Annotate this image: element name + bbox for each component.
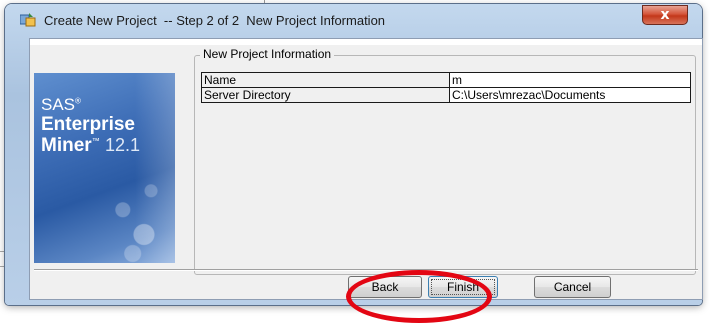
logo-sas-text: SAS — [41, 95, 76, 114]
logo-product-line2: Miner™ 12.1 — [41, 135, 140, 157]
property-value[interactable]: m — [449, 72, 691, 88]
enterprise-miner-splash-image: SAS® Enterprise Miner™ 12.1 — [34, 73, 175, 263]
logo-version: 12.1 — [104, 135, 141, 155]
table-row[interactable]: Name m — [201, 72, 691, 88]
group-legend: New Project Information — [200, 47, 335, 61]
annotation-ellipse — [346, 270, 492, 323]
logo-trademark: ™ — [91, 136, 100, 146]
button-separator — [34, 269, 698, 271]
window-title: Create New Project -- Step 2 of 2 New Pr… — [44, 13, 386, 28]
cancel-button[interactable]: Cancel — [534, 276, 611, 298]
splash-glow — [135, 73, 175, 263]
table-row[interactable]: Server Directory C:\Users\mrezac\Documen… — [201, 87, 691, 103]
dialog-client-area: SAS® Enterprise Miner™ 12.1 New Project … — [29, 38, 703, 300]
logo-sas: SAS® — [41, 95, 81, 115]
property-key: Name — [201, 72, 450, 88]
logo-miner-text: Miner — [41, 135, 92, 156]
title-bar[interactable]: Create New Project -- Step 2 of 2 New Pr… — [5, 4, 702, 34]
sas-app-icon — [20, 13, 36, 27]
property-key: Server Directory — [201, 87, 450, 103]
close-icon: x — [660, 7, 670, 23]
dialog-window: Create New Project -- Step 2 of 2 New Pr… — [5, 4, 703, 305]
logo-product-line1: Enterprise — [41, 114, 135, 135]
properties-table: Name m Server Directory C:\Users\mrezac\… — [201, 72, 691, 103]
header-strip — [30, 39, 702, 45]
logo-registered-mark: ® — [75, 96, 81, 106]
close-button[interactable]: x — [642, 5, 688, 25]
property-value[interactable]: C:\Users\mrezac\Documents — [449, 87, 691, 103]
